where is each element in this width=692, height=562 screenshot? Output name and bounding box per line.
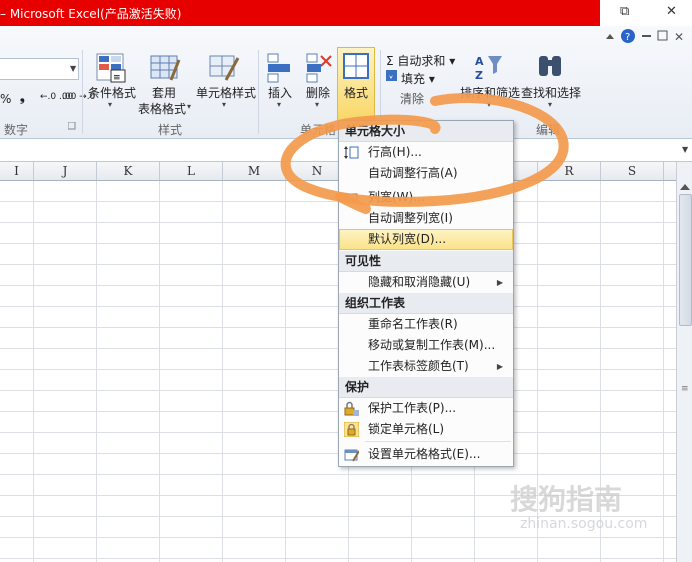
format-as-table-icon (150, 55, 181, 81)
vertical-scrollbar[interactable]: ≡ (676, 162, 692, 562)
menu-section-visibility: 可见性 (339, 251, 513, 272)
formula-bar-expand-icon[interactable]: ▼ (682, 145, 688, 154)
conditional-format-icon: ≡ (96, 53, 126, 83)
menu-item-format-cells[interactable]: 设置单元格格式(E)... (339, 444, 513, 465)
group-separator (82, 50, 83, 134)
svg-text:A: A (475, 55, 484, 68)
column-header[interactable]: J (34, 162, 97, 180)
fill-icon (386, 70, 397, 81)
grid-line (96, 181, 97, 562)
format-as-table-label-2[interactable]: 表格格式 (138, 100, 186, 117)
insert-cells-icon (267, 53, 290, 83)
scroll-up-icon[interactable] (679, 182, 691, 192)
svg-text:Z: Z (475, 69, 483, 82)
menu-item-protect-sheet[interactable]: 保护工作表(P)... (339, 398, 513, 419)
comma-button[interactable]: ❟ (20, 90, 25, 105)
sort-filter-icon: A Z (475, 55, 502, 82)
grid-line (33, 181, 34, 562)
lock-icon (344, 422, 359, 437)
format-as-table-button[interactable]: 套用 (152, 84, 176, 101)
svg-text:≡: ≡ (113, 73, 121, 83)
watermark: 搜狗指南 (510, 483, 623, 516)
group-label-styles: 样式 (158, 123, 183, 137)
group-label-number: 数字 (4, 123, 29, 137)
menu-section-protection: 保护 (339, 377, 513, 398)
cell-styles-button[interactable]: 单元格样式 (196, 84, 256, 101)
menu-separator (365, 441, 511, 442)
menu-item-tab-color[interactable]: 工作表标签颜色(T) ▶ (339, 356, 513, 377)
column-header[interactable]: K (97, 162, 160, 180)
grid-line (663, 181, 664, 562)
submenu-arrow-icon: ▶ (496, 278, 503, 287)
close-button[interactable]: ✕ (666, 4, 677, 19)
grid-line (159, 181, 160, 562)
grid-line (222, 181, 223, 562)
menu-section-organize: 组织工作表 (339, 293, 513, 314)
number-format-dropdown[interactable]: ▼ (0, 58, 79, 80)
binoculars-icon (539, 56, 561, 76)
protect-sheet-icon (344, 401, 359, 416)
column-header[interactable]: S (601, 162, 664, 180)
menu-item-hide-unhide[interactable]: 隐藏和取消隐藏(U) ▶ (339, 272, 513, 293)
ribbon-help-row: ? ✕ (606, 29, 684, 44)
doc-minimize-icon (642, 35, 651, 37)
annotation-scribble (280, 93, 569, 214)
window-title: – Microsoft Excel(产品激活失败) (0, 7, 182, 21)
menu-item-move-copy[interactable]: 移动或复制工作表(M)... (339, 335, 513, 356)
delete-cells-icon (306, 53, 332, 83)
grid-line (285, 181, 286, 562)
menu-item-lock-cell[interactable]: 锁定单元格(L) (339, 419, 513, 440)
autosum-button[interactable]: Σ 自动求和 ▾ (386, 52, 455, 69)
svg-text:✕: ✕ (674, 30, 684, 44)
scroll-grip-icon: ≡ (681, 384, 689, 394)
menu-item-default-width[interactable]: 默认列宽(D)... (339, 229, 513, 250)
group-separator (258, 50, 259, 134)
svg-text:?: ? (625, 32, 630, 43)
doc-restore-icon (657, 30, 668, 41)
watermark-url: zhinan.sogou.com (520, 516, 648, 532)
title-bar: – Microsoft Excel(产品激活失败) (0, 0, 600, 26)
submenu-arrow-icon: ▶ (496, 362, 503, 371)
menu-item-rename-sheet[interactable]: 重命名工作表(R) (339, 314, 513, 335)
restore-button[interactable]: ⧉ (620, 4, 629, 19)
column-header[interactable]: L (160, 162, 223, 180)
ribbon-minimize-icon (606, 34, 614, 39)
format-cells-icon (344, 449, 359, 462)
window-controls: ⧉ ✕ (600, 0, 692, 26)
format-icon (343, 53, 369, 79)
column-header[interactable]: I (0, 162, 34, 180)
cell-styles-icon (209, 55, 240, 81)
percent-button[interactable]: % (0, 92, 11, 106)
scroll-thumb[interactable] (679, 194, 692, 326)
dialog-launcher-icon[interactable] (68, 122, 76, 130)
conditional-format-button[interactable]: 条件格式 (88, 84, 136, 101)
